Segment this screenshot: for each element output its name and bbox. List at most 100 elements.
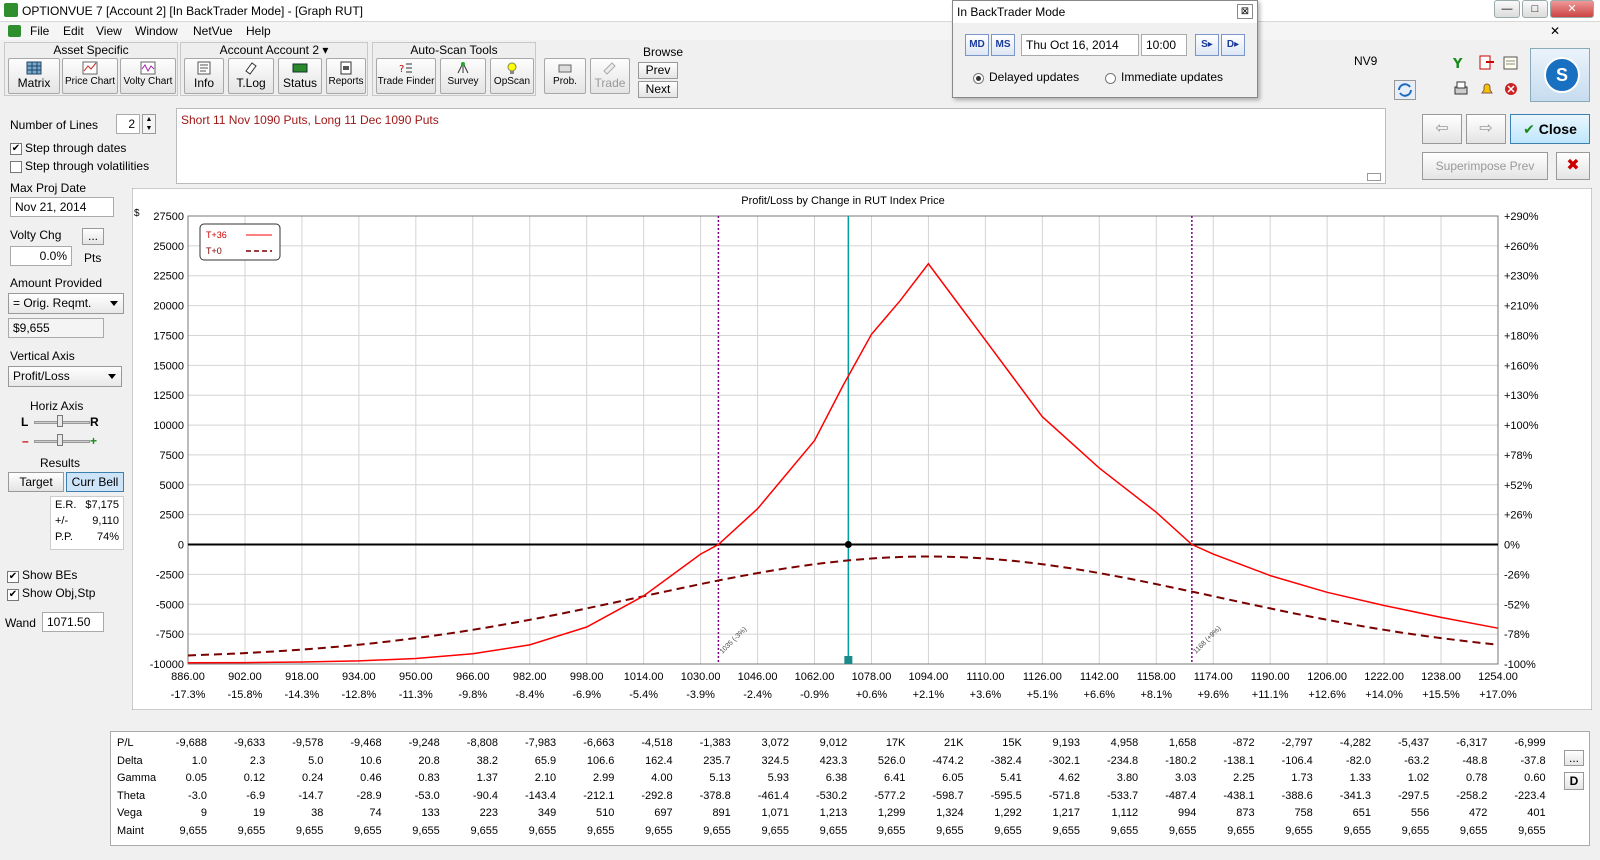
refresh-icon[interactable] xyxy=(1394,80,1416,100)
volty-chg-label: Volty Chg xyxy=(10,228,62,242)
table-cell: 5.41 xyxy=(1000,772,1022,784)
table-cell: -872 xyxy=(1232,737,1255,749)
table-cell: -37.8 xyxy=(1520,754,1546,767)
menu-help[interactable]: Help xyxy=(246,24,271,38)
show-bes-checkbox[interactable]: ✔ xyxy=(7,571,19,583)
horiz-center-thumb[interactable] xyxy=(57,434,63,446)
table-cell: 1,112 xyxy=(1111,807,1139,819)
volty-chart-button[interactable]: Volty Chart xyxy=(120,58,176,94)
maximize-button[interactable]: □ xyxy=(1522,0,1548,18)
volty-more-button[interactable]: ... xyxy=(82,228,104,245)
x-tick-label: 1190.00 xyxy=(1251,671,1290,683)
table-cell: 9,655 xyxy=(761,824,789,837)
table-d-button[interactable]: D xyxy=(1564,772,1584,790)
max-proj-input[interactable]: Nov 21, 2014 xyxy=(10,197,114,217)
tlog-button[interactable]: T.Log xyxy=(228,58,274,94)
table-cell: -28.9 xyxy=(356,789,382,802)
backtrader-date-field[interactable]: Thu Oct 16, 2014 xyxy=(1021,34,1139,56)
prob-button[interactable]: Prob. xyxy=(544,58,586,94)
opscan-button[interactable]: OpScan xyxy=(490,58,534,94)
num-lines-spinner[interactable]: ▲ ▼ xyxy=(142,114,156,134)
table-cell: 873 xyxy=(1236,807,1255,819)
info-icon xyxy=(197,61,211,75)
vertical-axis-select[interactable]: Profit/Loss xyxy=(8,366,122,387)
mdi-close-icon[interactable]: ✕ xyxy=(1550,24,1560,38)
survey-button[interactable]: Survey xyxy=(440,58,486,94)
close-window-button[interactable]: ✕ xyxy=(1550,0,1594,18)
volty-chg-input[interactable]: 0.0% xyxy=(10,246,72,266)
y-right-tick-label: +100% xyxy=(1504,420,1539,432)
step-forward-button[interactable]: S▸ xyxy=(1195,34,1219,56)
alarm-bell-icon[interactable] xyxy=(1478,80,1496,98)
info-button[interactable]: Info xyxy=(184,58,224,94)
horiz-scale-thumb[interactable] xyxy=(57,415,63,427)
target-button[interactable]: Target xyxy=(8,472,64,492)
back-month-day-button[interactable]: MD xyxy=(965,34,989,56)
trade-finder-button[interactable]: ? Trade Finder xyxy=(376,58,436,94)
menu-edit[interactable]: Edit xyxy=(63,24,84,38)
minimize-button[interactable]: — xyxy=(1494,0,1520,18)
reports-button[interactable]: Reports xyxy=(326,58,366,94)
horiz-plus-label: + xyxy=(90,434,98,448)
wand-input[interactable]: 1071.50 xyxy=(42,612,104,632)
curr-bell-button[interactable]: Curr Bell xyxy=(66,472,124,492)
pl-chart[interactable]: Profit/Loss by Change in RUT Index Price… xyxy=(132,188,1592,710)
app-menu-icon[interactable] xyxy=(8,25,21,37)
check-icon: ✔ xyxy=(1523,121,1535,137)
amount-select[interactable]: = Orig. Reqmt. xyxy=(8,293,124,314)
back-arrow-button[interactable]: ⇦ xyxy=(1422,114,1462,144)
table-row: Theta -3.0 -6.9 -14.7 -28.9 -53.0 -90.4 -143.4 -… xyxy=(111,789,1591,805)
menu-file[interactable]: File xyxy=(30,24,49,38)
table-cell: -7,983 xyxy=(524,737,557,749)
strategy-description[interactable]: Short 11 Nov 1090 Puts, Long 11 Dec 1090… xyxy=(176,108,1386,184)
num-lines-input[interactable]: 2 xyxy=(116,114,140,134)
back-month-step-button[interactable]: MS xyxy=(991,34,1015,56)
backtrader-close-button[interactable]: ⊠ xyxy=(1237,4,1253,19)
x-tick-label: 1030.00 xyxy=(681,671,721,683)
notes-icon[interactable] xyxy=(1502,54,1520,72)
menu-view[interactable]: View xyxy=(96,24,122,38)
export-icon[interactable] xyxy=(1478,54,1496,72)
y-tick-label: 27500 xyxy=(153,211,184,223)
table-cell: -533.7 xyxy=(1106,789,1139,802)
table-cell: -6,663 xyxy=(583,737,615,749)
immediate-updates-radio[interactable] xyxy=(1105,73,1116,84)
table-more-button[interactable]: ... xyxy=(1564,750,1584,766)
forward-arrow-button[interactable]: ⇨ xyxy=(1466,114,1506,144)
alert-icon[interactable] xyxy=(1502,80,1520,98)
delete-button[interactable]: ✖ xyxy=(1556,152,1590,180)
table-cell: -474.2 xyxy=(932,754,964,767)
price-chart-button[interactable]: Price Chart xyxy=(62,58,118,94)
resize-grip[interactable] xyxy=(1367,173,1381,181)
table-cell: 3,072 xyxy=(761,737,789,749)
browse-prev-button[interactable]: Prev xyxy=(638,62,678,79)
account-group-title[interactable]: Account Account 2 ▾ xyxy=(180,43,368,57)
backtrader-time-field[interactable]: 10:00 xyxy=(1141,34,1187,56)
status-logo[interactable]: S xyxy=(1530,48,1590,102)
x-pct-label: -9.8% xyxy=(458,689,487,701)
table-cell: 9 xyxy=(200,807,207,819)
print-icon[interactable] xyxy=(1452,80,1470,98)
x-pct-label: +0.6% xyxy=(856,689,888,701)
superimpose-prev-button[interactable]: Superimpose Prev xyxy=(1422,152,1548,180)
x-tick-label: 950.00 xyxy=(399,671,433,683)
delayed-updates-radio[interactable] xyxy=(973,73,984,84)
table-cell: 697 xyxy=(654,807,673,819)
matrix-button[interactable]: Matrix xyxy=(8,58,60,94)
browse-next-button[interactable]: Next xyxy=(638,81,678,98)
trade-button[interactable]: Trade xyxy=(590,58,630,94)
yield-icon[interactable]: Y xyxy=(1452,54,1470,72)
step-dates-checkbox[interactable]: ✔ xyxy=(10,143,22,155)
tlog-label: T.Log xyxy=(236,76,266,90)
step-vols-checkbox[interactable] xyxy=(10,161,22,173)
show-obj-checkbox[interactable]: ✔ xyxy=(7,589,19,601)
survey-icon xyxy=(457,62,469,74)
close-button[interactable]: ✔ Close xyxy=(1510,114,1590,144)
status-button[interactable]: Status xyxy=(278,58,322,94)
x-tick-label: 1238.00 xyxy=(1421,671,1461,683)
y-tick-label: 5000 xyxy=(160,480,184,492)
menu-window[interactable]: Window xyxy=(135,24,178,38)
menu-netvue[interactable]: NetVue xyxy=(193,24,233,38)
y-tick-label: 17500 xyxy=(153,330,184,342)
day-forward-button[interactable]: D▸ xyxy=(1221,34,1245,56)
